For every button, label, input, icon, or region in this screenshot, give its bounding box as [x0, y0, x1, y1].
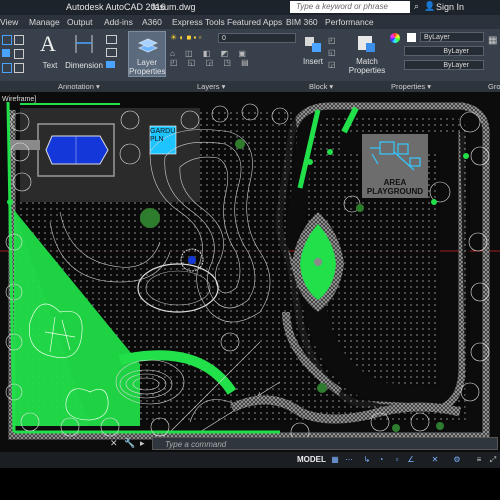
drawing-canvas[interactable]: Wireframe] GARDU PLN AREA PLAYGROUND	[0, 92, 500, 456]
ribbon: A Text Dimension Layer Properties ☀ ◐ ■ …	[0, 29, 500, 81]
layer-tools-icons[interactable]: ⌂ ◫ ◧ ◩ ▣ ◰ ◱ ◲ ◳ ▤	[170, 49, 296, 73]
layers-stack-icon	[138, 38, 158, 53]
app-title: Autodesk AutoCAD 2016	[66, 2, 166, 12]
color-swatch	[407, 33, 416, 42]
lineweight-dropdown[interactable]: ByLayer	[404, 60, 484, 70]
dimension-icon	[75, 35, 93, 53]
layer-dropdown[interactable]: 0	[218, 33, 296, 43]
block-small-icons[interactable]: ◰ ◱ ◲	[328, 35, 342, 75]
tab-express-tools[interactable]: Express Tools	[172, 17, 225, 27]
groups-icon[interactable]: ▦	[488, 35, 500, 65]
model-space-button[interactable]: MODEL	[297, 455, 326, 464]
title-bar: Autodesk AutoCAD 2016 fasum.dwg Type a k…	[0, 0, 500, 15]
search-input[interactable]: Type a keyword or phrase	[290, 1, 410, 13]
user-icon[interactable]: 👤	[424, 1, 435, 12]
customize-icon[interactable]: ≡	[474, 455, 484, 465]
insert-button[interactable]: Insert	[300, 31, 326, 77]
gardu-pln-label: GARDU PLN	[150, 128, 176, 143]
fullscreen-icon[interactable]: ⤢	[488, 455, 498, 465]
tab-a360[interactable]: A360	[142, 17, 162, 27]
otrack-icon[interactable]: ∠	[406, 455, 416, 465]
tab-performance[interactable]: Performance	[325, 17, 374, 27]
tab-view[interactable]: View	[0, 17, 18, 27]
annotation-small-icons[interactable]	[106, 35, 124, 75]
modify-tools-icon[interactable]	[2, 33, 32, 77]
panel-layers[interactable]: Layers ▾	[197, 82, 225, 91]
panel-block[interactable]: Block ▾	[309, 82, 333, 91]
text-button[interactable]: A Text	[38, 31, 62, 77]
layer-properties-button[interactable]: Layer Properties	[128, 31, 166, 77]
command-settings-icon[interactable]: 🔧	[124, 438, 135, 449]
layer-state-icons[interactable]: ☀ ◐ ■ ▪ ▫	[170, 33, 220, 43]
snap-icon[interactable]: ⋯	[344, 455, 354, 465]
linetype-dropdown[interactable]: ByLayer	[404, 46, 484, 56]
match-properties-button[interactable]: Match Properties	[348, 31, 386, 77]
tab-output[interactable]: Output	[67, 17, 93, 27]
dimension-button[interactable]: Dimension	[64, 31, 104, 77]
ribbon-tabs: View Manage Output Add-ins A360 Express …	[0, 15, 500, 29]
panel-groups[interactable]: Gro	[488, 82, 500, 91]
playground-label-line1: AREA	[383, 178, 407, 187]
site-plan-drawing	[0, 98, 500, 448]
command-prompt-icon[interactable]: ▸	[140, 438, 145, 449]
osnap-icon[interactable]: ▫	[392, 455, 402, 465]
tab-bim-360[interactable]: BIM 360	[286, 17, 318, 27]
command-input[interactable]: Type a command	[152, 437, 498, 450]
tab-manage[interactable]: Manage	[29, 17, 60, 27]
tab-add-ins[interactable]: Add-ins	[104, 17, 133, 27]
ribbon-panel-labels: Annotation ▾ Layers ▾ Block ▾ Properties…	[0, 81, 500, 92]
annotation-scale-icon[interactable]: ✕	[430, 455, 440, 465]
sign-in-button[interactable]: Sign In	[436, 2, 464, 12]
match-properties-icon	[358, 36, 375, 52]
playground-label: AREA PLAYGROUND	[362, 178, 428, 196]
status-bar	[0, 452, 500, 468]
tab-featured-apps[interactable]: Featured Apps	[227, 17, 282, 27]
workspace-icon[interactable]: ⚙	[452, 455, 462, 465]
command-placeholder: Type a command	[165, 440, 227, 449]
grid-icon[interactable]: ▦	[330, 455, 340, 465]
document-title: fasum.dwg	[152, 2, 196, 12]
color-palette-icon[interactable]	[390, 33, 400, 43]
panel-annotation[interactable]: Annotation ▾	[58, 82, 100, 91]
search-icon[interactable]: ⌕	[414, 1, 419, 12]
panel-properties[interactable]: Properties ▾	[391, 82, 431, 91]
command-close-icon[interactable]: ✕	[110, 438, 118, 449]
viewport-label[interactable]: Wireframe]	[2, 96, 36, 103]
playground-label-line2: PLAYGROUND	[366, 187, 424, 196]
color-dropdown[interactable]: ByLayer	[420, 32, 484, 42]
insert-block-icon	[305, 37, 321, 52]
ortho-icon[interactable]: ↳	[362, 455, 372, 465]
text-a-icon: A	[40, 31, 56, 56]
polar-icon[interactable]: ◔	[376, 455, 386, 465]
